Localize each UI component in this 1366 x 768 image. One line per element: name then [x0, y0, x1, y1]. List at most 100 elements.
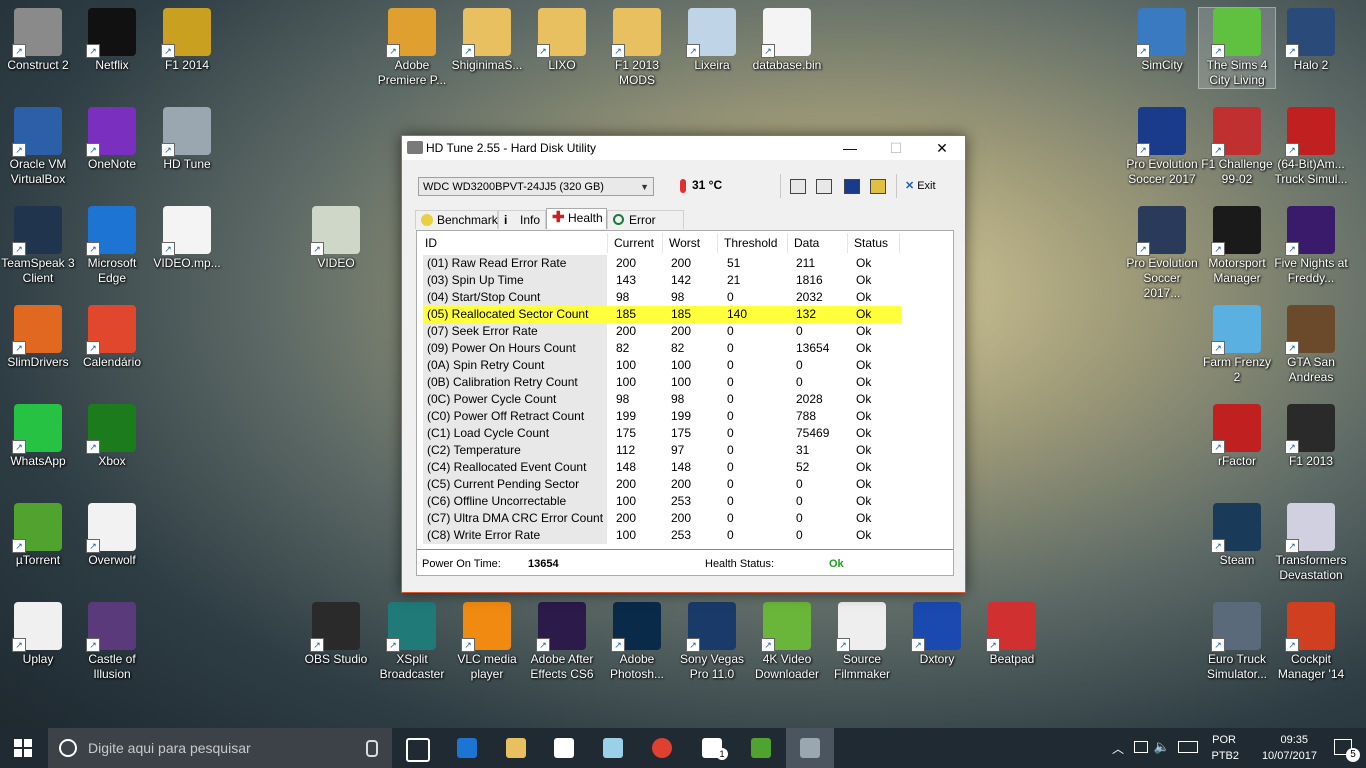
desktop-shortcut[interactable]: ↗ Microsoft Edge	[74, 206, 150, 286]
tab-error-scan[interactable]: Error Scan	[607, 210, 684, 246]
smart-table[interactable]: ID Current Worst Threshold Data Status (…	[419, 233, 951, 545]
desktop-shortcut[interactable]: ↗ Oracle VM VirtualBox	[0, 107, 76, 187]
desktop-shortcut[interactable]: ↗ Overwolf	[74, 503, 150, 568]
options-icon[interactable]	[870, 179, 886, 194]
table-row[interactable]: (05) Reallocated Sector Count 185 185 140 13…	[423, 306, 901, 323]
desktop-shortcut[interactable]: ↗ SimCity	[1124, 8, 1200, 73]
table-row[interactable]: (C6) Offline Uncorrectable 100 253 0 0 Ok	[423, 493, 901, 510]
desktop-shortcut[interactable]: ↗ OneNote	[74, 107, 150, 172]
desktop-shortcut[interactable]: ↗ XSplit Broadcaster	[374, 602, 450, 682]
windows-start-icon[interactable]	[14, 739, 32, 757]
desktop-shortcut[interactable]: ↗ VIDEO.mp...	[149, 206, 225, 271]
desktop-shortcut[interactable]: ↗ Source Filmmaker	[824, 602, 900, 682]
desktop-shortcut[interactable]: ↗ Beatpad	[974, 602, 1050, 667]
column-header-current[interactable]: Current	[608, 233, 663, 253]
table-row[interactable]: (09) Power On Hours Count 82 82 0 13654 Ok	[423, 340, 901, 357]
tab-info[interactable]: i Info	[498, 210, 546, 229]
desktop-shortcut[interactable]: ↗ Dxtory	[899, 602, 975, 667]
title-bar[interactable]: HD Tune 2.55 - Hard Disk Utility — ☐ ✕	[402, 136, 965, 160]
desktop-shortcut[interactable]: ↗ Pro Evolution Soccer 2017...	[1124, 206, 1200, 301]
network-icon[interactable]	[1134, 741, 1148, 753]
desktop-shortcut[interactable]: ↗ Farm Frenzy 2	[1199, 305, 1275, 385]
keyboard-icon[interactable]	[1178, 741, 1198, 753]
taskbar-button[interactable]	[737, 728, 785, 768]
table-row[interactable]: (04) Start/Stop Count 98 98 0 2032 Ok	[423, 289, 901, 306]
desktop-shortcut[interactable]: ↗ Transformers Devastation	[1273, 503, 1349, 583]
desktop-shortcut[interactable]: ↗ VLC media player	[449, 602, 525, 682]
table-row[interactable]: (03) Spin Up Time 143 142 21 1816 Ok	[423, 272, 901, 289]
desktop-shortcut[interactable]: ↗ (64-Bit)Am... Truck Simul...	[1273, 107, 1349, 187]
column-header-id[interactable]: ID	[419, 233, 608, 253]
taskbar-button[interactable]	[392, 728, 440, 768]
close-button[interactable]: ✕	[919, 136, 965, 160]
taskbar-button[interactable]	[589, 728, 637, 768]
taskbar-button[interactable]	[540, 728, 588, 768]
desktop-shortcut[interactable]: ↗ Uplay	[0, 602, 76, 667]
table-row[interactable]: (01) Raw Read Error Rate 200 200 51 211 Ok	[423, 255, 901, 272]
desktop-shortcut[interactable]: ↗ Calendário	[74, 305, 150, 370]
language-code[interactable]: POR	[1212, 734, 1236, 746]
tab-benchmark[interactable]: Benchmark	[415, 210, 498, 229]
taskbar-button[interactable]	[638, 728, 686, 768]
desktop-shortcut[interactable]: ↗ SlimDrivers	[0, 305, 76, 370]
desktop-shortcut[interactable]: ↗ Construct 2	[0, 8, 76, 73]
table-row[interactable]: (C7) Ultra DMA CRC Error Count 200 200 0 0 Ok	[423, 510, 901, 527]
clock-date[interactable]: 10/07/2017	[1262, 750, 1317, 762]
desktop-shortcut[interactable]: ↗ WhatsApp	[0, 404, 76, 469]
desktop-shortcut[interactable]: ↗ Motorsport Manager	[1199, 206, 1275, 286]
desktop-shortcut[interactable]: ↗ F1 2014	[149, 8, 225, 73]
exit-button[interactable]: ✕ Exit	[905, 179, 936, 192]
chevron-up-icon[interactable]: ︿	[1112, 740, 1124, 757]
search-box[interactable]: Digite aqui para pesquisar	[48, 728, 392, 768]
column-header-data[interactable]: Data	[788, 233, 848, 253]
desktop-shortcut[interactable]: ↗ Adobe Photosh...	[599, 602, 675, 682]
copy-info-icon[interactable]	[790, 179, 806, 194]
column-header-worst[interactable]: Worst	[663, 233, 718, 253]
desktop-shortcut[interactable]: ↗ Five Nights at Freddy...	[1273, 206, 1349, 286]
taskbar-button[interactable]	[443, 728, 491, 768]
desktop-shortcut[interactable]: ↗ F1 2013	[1273, 404, 1349, 469]
desktop-shortcut[interactable]: ↗ The Sims 4 City Living	[1198, 7, 1276, 89]
desktop-shortcut[interactable]: ↗ Euro Truck Simulator...	[1199, 602, 1275, 682]
desktop-shortcut[interactable]: ↗ HD Tune	[149, 107, 225, 172]
tab-health[interactable]: ✚ Health	[546, 208, 607, 229]
desktop-shortcut[interactable]: ↗ VIDEO	[298, 206, 374, 271]
table-row[interactable]: (0C) Power Cycle Count 98 98 0 2028 Ok	[423, 391, 901, 408]
desktop-shortcut[interactable]: ↗ GTA San Andreas	[1273, 305, 1349, 385]
table-row[interactable]: (07) Seek Error Rate 200 200 0 0 Ok	[423, 323, 901, 340]
table-row[interactable]: (C2) Temperature 112 97 0 31 Ok	[423, 442, 901, 459]
hdtune-window[interactable]: HD Tune 2.55 - Hard Disk Utility — ☐ ✕ W…	[401, 135, 966, 593]
maximize-button[interactable]: ☐	[873, 136, 919, 160]
keyboard-layout[interactable]: PTB2	[1211, 750, 1239, 762]
table-row[interactable]: (C8) Write Error Rate 100 253 0 0 Ok	[423, 527, 901, 544]
table-row[interactable]: (C5) Current Pending Sector 200 200 0 0 Ok	[423, 476, 901, 493]
copy-screenshot-icon[interactable]	[816, 179, 832, 194]
desktop-shortcut[interactable]: ↗ Adobe After Effects CS6	[524, 602, 600, 682]
desktop-shortcut[interactable]: ↗ TeamSpeak 3 Client	[0, 206, 76, 286]
desktop-shortcut[interactable]: ↗ Castle of Illusion	[74, 602, 150, 682]
desktop-shortcut[interactable]: ↗ Halo 2	[1273, 8, 1349, 73]
desktop-shortcut[interactable]: ↗ LIXO	[524, 8, 600, 73]
table-row[interactable]: (C0) Power Off Retract Count 199 199 0 788 Ok	[423, 408, 901, 425]
desktop-shortcut[interactable]: ↗ Netflix	[74, 8, 150, 73]
desktop-shortcut[interactable]: ↗ Pro Evolution Soccer 2017	[1124, 107, 1200, 187]
desktop-shortcut[interactable]: ↗ OBS Studio	[298, 602, 374, 667]
taskbar-button[interactable]	[492, 728, 540, 768]
desktop-shortcut[interactable]: ↗ Xbox	[74, 404, 150, 469]
desktop-shortcut[interactable]: ↗ Sony Vegas Pro 11.0	[674, 602, 750, 682]
table-row[interactable]: (C4) Reallocated Event Count 148 148 0 52 Ok	[423, 459, 901, 476]
microphone-icon[interactable]	[366, 740, 378, 757]
taskbar-button[interactable]	[786, 728, 834, 768]
desktop-shortcut[interactable]: ↗ F1 Challenge 99-02	[1199, 107, 1275, 187]
column-header-status[interactable]: Status	[848, 233, 900, 253]
table-row[interactable]: (0A) Spin Retry Count 100 100 0 0 Ok	[423, 357, 901, 374]
drive-select[interactable]: WDC WD3200BPVT-24JJ5 (320 GB) ▼	[418, 177, 654, 196]
desktop-shortcut[interactable]: ↗ ShiginimaS...	[449, 8, 525, 73]
desktop-shortcut[interactable]: ↗ database.bin	[749, 8, 825, 73]
column-header-threshold[interactable]: Threshold	[718, 233, 788, 253]
taskbar-button[interactable]: 1	[688, 728, 736, 768]
desktop-shortcut[interactable]: ↗ 4K Video Downloader	[749, 602, 825, 682]
table-row[interactable]: (C1) Load Cycle Count 175 175 0 75469 Ok	[423, 425, 901, 442]
table-row[interactable]: (0B) Calibration Retry Count 100 100 0 0 Ok	[423, 374, 901, 391]
volume-icon[interactable]: 🔈	[1154, 739, 1170, 755]
